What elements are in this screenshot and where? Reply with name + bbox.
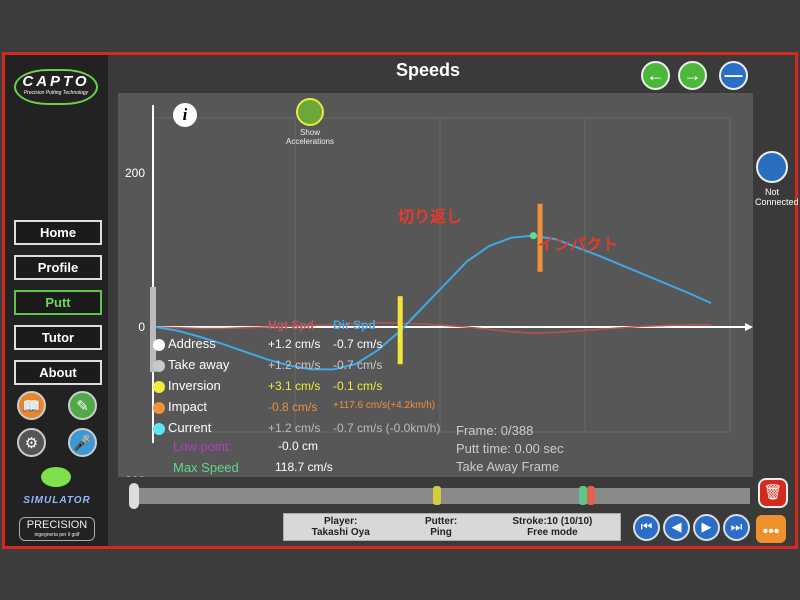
series-line-hgt-spd [155,322,711,334]
dir-spd-header: Dir Spd [333,318,376,332]
sidebar: CAPTO Precision Putting Technology Home P… [5,55,108,546]
dir-value: -0.1 cm/s [333,379,383,393]
app-window: CAPTO Precision Putting Technology Home P… [2,52,799,549]
dir-value: +117.6 cm/s(+4.2km/h) [333,400,436,411]
minimize-button[interactable]: — [719,61,748,90]
simulator-label: SIMULATOR [23,495,91,506]
show-accelerations-button[interactable]: Show Accelerations [280,98,340,146]
dir-value: -0.7 cm/s (-0.0km/h) [333,421,441,435]
putter-label: Putter: [424,516,458,527]
putt-info-panel: Player: Takashi Oya Putter: Ping Stroke:10… [283,513,621,541]
hgt-value: +1.2 cm/s [268,421,321,435]
player-label: Player: [323,516,358,527]
previous-stroke-button[interactable]: ◀ [663,514,690,541]
trash-icon[interactable]: 🗑 [758,478,788,508]
stroke-mode: Free mode [527,527,578,538]
frame-mode: Take Away Frame [456,459,560,474]
nav-tutor-button[interactable]: Tutor [14,325,102,350]
precision-logo: PRECISION ingegneria per il golf [19,517,95,541]
low-point-label: Low point: [173,439,233,454]
last-stroke-button[interactable]: ⏭ [723,514,750,541]
book-icon[interactable]: 📖 [17,391,46,420]
nav-profile-button[interactable]: Profile [14,255,102,280]
microphone-record-icon[interactable]: 🎤 [68,428,97,457]
more-menu-button[interactable]: ••• [756,515,786,543]
timeline-marker [432,486,441,505]
hgt-value: +3.1 cm/s [268,379,321,393]
legend-dot [153,402,165,414]
legend-dot [153,360,165,372]
timeline-marker [579,486,588,505]
notes-icon[interactable]: ✎ [68,391,97,420]
timeline-handle[interactable] [129,483,139,509]
legend-label: Take away [168,357,230,372]
legend-dot [153,339,165,351]
previous-arrow-button[interactable]: ← [641,61,670,90]
connection-status[interactable]: Not Connected [755,151,799,207]
hgt-spd-header: Hgt Spd [268,318,314,332]
dir-value: -0.7 cm/s [333,358,383,372]
nav-about-button[interactable]: About [14,360,102,385]
inversion-annotation: 切り返し [398,209,463,226]
speed-chart: 200 0 -200 i Show Accelerations 切り返し インパクト… [118,93,753,488]
nav-home-button[interactable]: Home [14,220,102,245]
stroke-count: Stroke:10 (10/10) [512,516,593,527]
bluetooth-disconnected-icon [756,151,788,183]
info-icon[interactable]: i [173,103,197,127]
chart-svg: 200 0 -200 [121,105,753,488]
impact-annotation: インパクト [538,237,619,254]
legend-label: Address [168,336,216,351]
nav-putt-button[interactable]: Putt [14,290,102,315]
next-stroke-button[interactable]: ▶ [693,514,720,541]
timeline-slider[interactable] [129,483,750,509]
max-speed-value: 118.7 cm/s [275,460,333,474]
putt-time: Putt time: 0.00 sec [456,441,564,456]
dir-value: -0.7 cm/s [333,337,383,351]
hgt-value: +1.2 cm/s [268,358,321,372]
next-arrow-button[interactable]: → [678,61,707,90]
player-name: Takashi Oya [311,527,370,538]
legend-dot [153,381,165,393]
frame-counter: Frame: 0/388 [456,423,534,438]
y-tick-label: -200 [121,474,145,477]
capto-logo: CAPTO Precision Putting Technology [14,69,98,105]
hgt-value: +1.2 cm/s [268,337,321,351]
hgt-value: -0.8 cm/s [268,400,318,414]
y-tick-label: 200 [125,166,145,180]
max-speed-point [529,232,537,240]
simulator-icon[interactable] [41,467,71,487]
series-line-dir-spd [155,234,712,371]
legend-label: Current [168,420,212,435]
right-panel: Not Connected 🗑 ••• [750,55,799,546]
timeline-marker [586,486,595,505]
marker-inversion [397,296,403,365]
putter-name: Ping [430,527,452,538]
accelerations-icon [296,98,324,126]
gear-icon[interactable]: ⚙ [17,428,46,457]
first-stroke-button[interactable]: ⏮ [633,514,660,541]
low-point-value: -0.0 cm [278,439,319,453]
y-tick-label: 0 [138,320,145,334]
y-scroll-handle[interactable] [150,287,156,372]
legend-label: Inversion [168,378,221,393]
legend-label: Impact [168,399,208,414]
legend-dot [153,423,165,435]
max-speed-label: Max Speed [173,460,239,475]
